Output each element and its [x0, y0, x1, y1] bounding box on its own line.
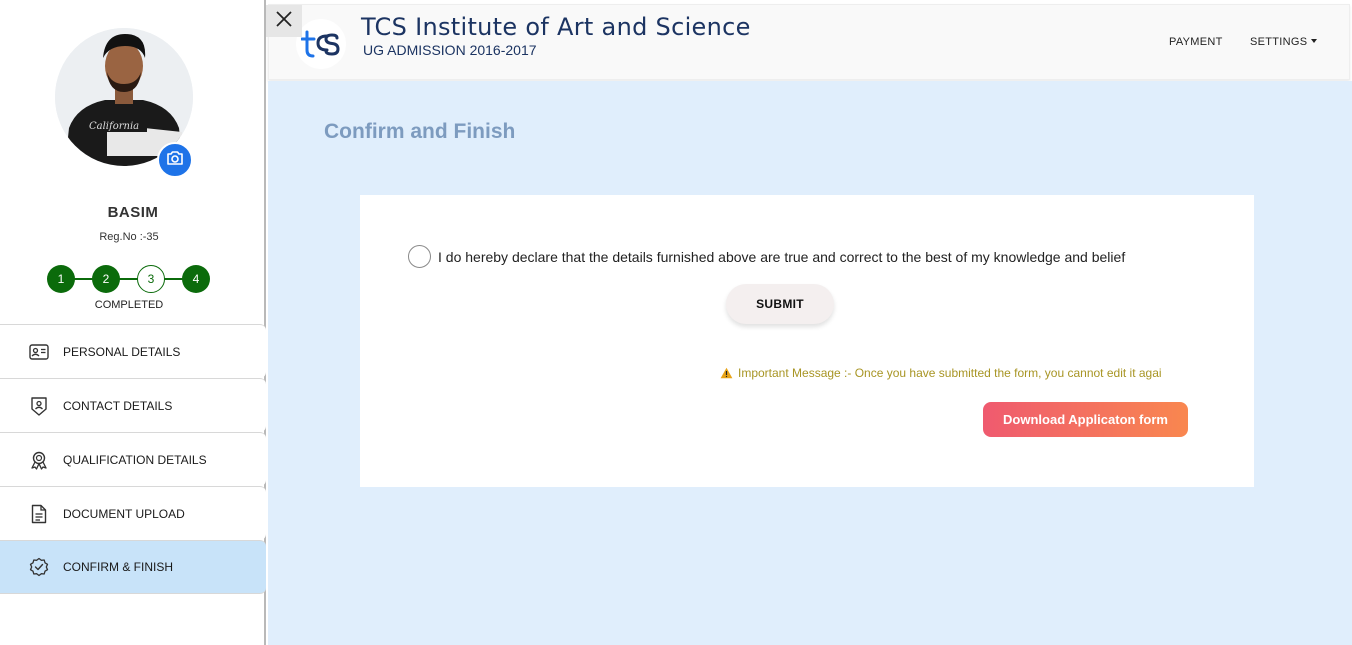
settings-dropdown[interactable]: SETTINGS [1250, 36, 1318, 48]
confirm-card: I do hereby declare that the details fur… [360, 195, 1254, 487]
sidebar-item-label: CONTACT DETAILS [63, 398, 173, 413]
sidebar: California BASIM Reg.No :-35 1 2 3 4 COM… [0, 0, 266, 645]
declaration-radio[interactable] [408, 245, 431, 268]
sidebar-item-personal-details[interactable]: PERSONAL DETAILS [0, 324, 266, 378]
close-sidebar-button[interactable] [266, 5, 302, 37]
step-connector [73, 278, 93, 280]
completion-status: COMPLETED [94, 299, 164, 311]
sidebar-item-label: PERSONAL DETAILS [63, 344, 181, 359]
registration-number: Reg.No :-35 [99, 231, 159, 243]
step-4: 4 [182, 265, 210, 293]
step-connector [163, 278, 183, 280]
step-3: 3 [137, 265, 165, 293]
award-icon [28, 449, 50, 471]
contact-badge-icon [28, 395, 50, 417]
important-message: Important Message :- Once you have submi… [720, 366, 1162, 380]
sidebar-item-label: DOCUMENT UPLOAD [63, 506, 185, 521]
document-icon [28, 503, 50, 525]
declaration-text: I do hereby declare that the details fur… [438, 249, 1126, 265]
user-name: BASIM [107, 204, 159, 221]
sidebar-item-document-upload[interactable]: DOCUMENT UPLOAD [0, 486, 266, 540]
caret-down-icon [1311, 39, 1318, 44]
admission-subtitle: UG ADMISSION 2016-2017 [363, 42, 537, 58]
sidebar-item-contact-details[interactable]: CONTACT DETAILS [0, 378, 266, 432]
warning-icon [720, 367, 733, 379]
change-photo-button[interactable] [157, 142, 193, 178]
settings-label: SETTINGS [1250, 36, 1308, 48]
top-header: TCS Institute of Art and Science UG ADMI… [268, 4, 1350, 80]
submit-button[interactable]: SUBMIT [726, 284, 834, 324]
check-badge-icon [28, 556, 50, 578]
step-1: 1 [47, 265, 75, 293]
sidebar-item-label: QUALIFICATION DETAILS [63, 452, 207, 467]
important-message-text: Important Message :- Once you have submi… [738, 366, 1162, 380]
close-icon [275, 10, 293, 33]
sidebar-nav: PERSONAL DETAILS CONTACT DETAILS QUALIFI… [0, 324, 266, 594]
camera-icon [166, 150, 184, 171]
sidebar-item-qualification-details[interactable]: QUALIFICATION DETAILS [0, 432, 266, 486]
step-2: 2 [92, 265, 120, 293]
page-title: Confirm and Finish [324, 120, 516, 143]
id-card-icon [28, 341, 50, 363]
profile-photo-wrap: California [55, 28, 193, 178]
download-application-button[interactable]: Download Applicaton form [983, 402, 1188, 437]
sidebar-item-confirm-finish[interactable]: CONFIRM & FINISH [0, 540, 266, 594]
main-content: Confirm and Finish I do hereby declare t… [268, 81, 1352, 645]
institute-logo [296, 19, 346, 69]
progress-steps: 1 2 3 4 [47, 265, 211, 293]
payment-link[interactable]: PAYMENT [1169, 36, 1223, 48]
sidebar-item-label: CONFIRM & FINISH [63, 560, 173, 574]
svg-text:California: California [89, 121, 139, 132]
institute-name: TCS Institute of Art and Science [361, 13, 751, 41]
step-connector [118, 278, 138, 280]
